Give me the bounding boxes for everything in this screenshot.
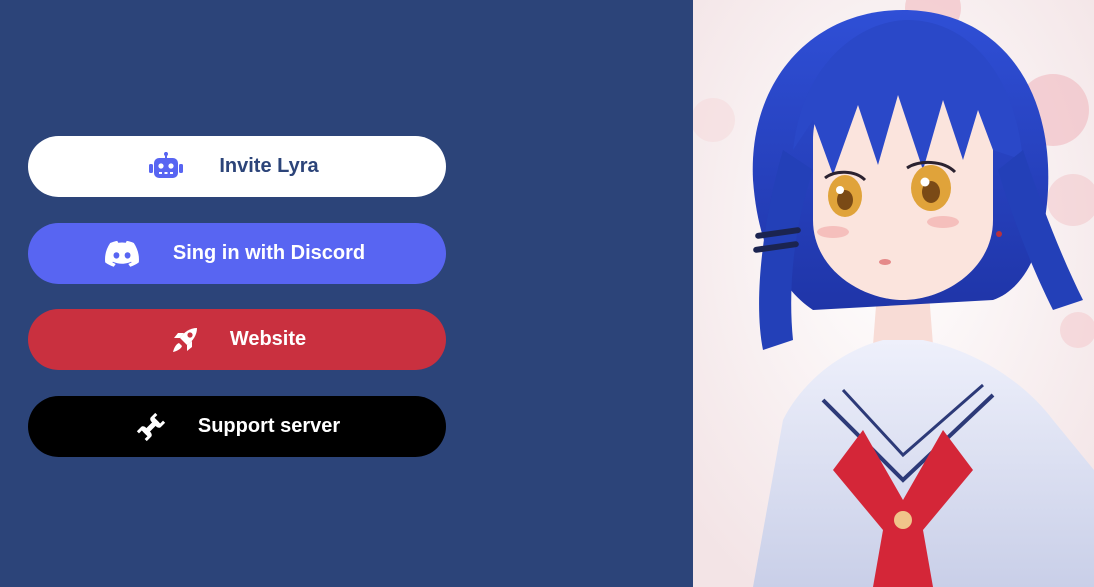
support-server-button[interactable]: Support server [28,396,446,457]
rocket-icon [168,323,202,357]
left-panel: Invite Lyra Sing in with Discord Website [0,0,693,587]
support-server-label: Support server [197,415,341,437]
discord-signin-button[interactable]: Sing in with Discord [28,223,446,284]
invite-lyra-label: Invite Lyra [219,155,319,177]
discord-icon [104,237,139,271]
website-button[interactable]: Website [28,309,446,370]
discord-signin-label: Sing in with Discord [172,242,366,264]
robot-icon [149,150,184,184]
invite-lyra-button[interactable]: Invite Lyra [28,136,446,197]
website-label: Website [229,328,307,350]
wrench-icon [134,410,168,444]
anime-girl-illustration [693,0,1094,587]
